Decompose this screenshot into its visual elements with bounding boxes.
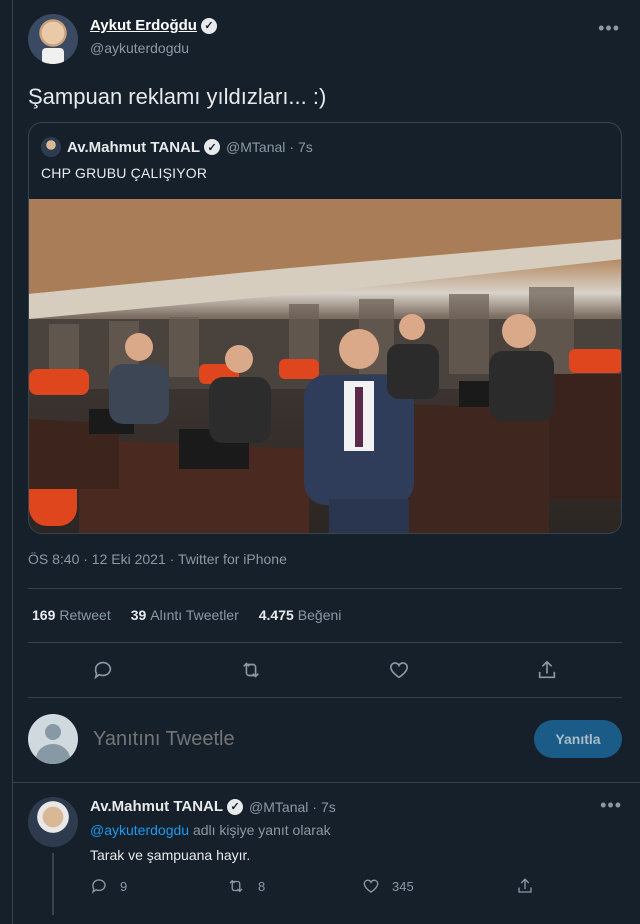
like-icon	[363, 879, 379, 893]
reply-tweet[interactable]: Av.Mahmut TANAL ✓ @MTanal · 7s ••• @ayku…	[28, 795, 622, 924]
verified-badge-icon: ✓	[200, 17, 217, 34]
verified-badge-icon: ✓	[227, 798, 244, 815]
reply-like-action[interactable]: 345	[362, 877, 414, 895]
like-stat[interactable]: 4.475 Beğeni	[259, 607, 342, 623]
author-handle[interactable]: @aykuterdogdu	[90, 40, 189, 56]
reply-icon[interactable]	[88, 655, 118, 685]
share-icon	[518, 878, 532, 893]
reply-reply-action[interactable]: 9	[90, 877, 127, 895]
tweet-header: Aykut Erdoğdu ✓ @aykuterdogdu •••	[28, 14, 628, 64]
reply-count: 9	[120, 878, 128, 894]
quoted-tweet-text: CHP GRUBU ÇALIŞIYOR	[41, 165, 208, 181]
reply-actions: 9 8 345	[90, 877, 560, 897]
share-icon[interactable]	[532, 655, 562, 685]
quoted-author-handle: @MTanal	[226, 139, 286, 155]
avatar[interactable]	[28, 14, 78, 64]
reply-to-suffix: adlı kişiye yanıt olarak	[192, 822, 331, 838]
retweet-stat[interactable]: 169 Retweet	[32, 607, 111, 623]
tweet-stats: 169 Retweet 39 Alıntı Tweetler 4.475 Beğeni	[32, 607, 341, 623]
reply-author-name[interactable]: Av.Mahmut TANAL	[90, 798, 223, 815]
quote-count: 39	[130, 607, 147, 623]
quoted-avatar	[41, 137, 61, 157]
user-avatar	[28, 714, 78, 764]
tweet-photo[interactable]	[29, 199, 621, 533]
retweet-icon[interactable]	[236, 655, 266, 685]
divider	[28, 588, 622, 589]
more-options-icon[interactable]: •••	[600, 795, 622, 816]
reply-time[interactable]: · 7s	[312, 799, 335, 815]
quoted-tweet[interactable]: Av.Mahmut TANAL ✓ @MTanal · 7s CHP GRUBU…	[28, 122, 622, 534]
tweet-text: Şampuan reklamı yıldızları... :)	[28, 84, 327, 109]
tweet-meta: ÖS 8:40 · 12 Eki 2021 · Twitter for iPho…	[28, 551, 287, 567]
quote-label: Alıntı Tweetler	[150, 607, 239, 623]
quote-stat[interactable]: 39 Alıntı Tweetler	[131, 607, 239, 623]
divider	[28, 697, 622, 698]
reply-retweet-action[interactable]: 8	[226, 877, 265, 895]
avatar[interactable]	[28, 797, 78, 847]
author-name[interactable]: Aykut Erdoğdu	[90, 17, 197, 34]
retweet-count: 8	[258, 878, 266, 894]
tweet-actions	[28, 655, 622, 685]
reply-header: Av.Mahmut TANAL ✓ @MTanal · 7s	[90, 798, 336, 815]
photo-illustration	[29, 199, 621, 533]
retweet-label: Retweet	[59, 607, 111, 623]
like-count: 345	[392, 878, 414, 894]
reply-icon	[91, 879, 106, 894]
reply-composer: Yanıtla	[28, 712, 622, 766]
reply-share-action[interactable]	[516, 877, 534, 895]
reply-text: Tarak ve şampuana hayır.	[90, 847, 251, 863]
retweet-icon	[229, 879, 243, 893]
author-name-line: Aykut Erdoğdu ✓	[90, 17, 217, 34]
reply-input[interactable]	[93, 728, 393, 751]
reply-button[interactable]: Yanıtla	[534, 720, 622, 758]
reply-to-handle[interactable]: @aykuterdogdu	[90, 822, 189, 838]
divider	[28, 642, 622, 643]
verified-badge-icon: ✓	[204, 139, 221, 155]
like-icon[interactable]	[384, 655, 414, 685]
thread-line	[52, 853, 54, 915]
like-count: 4.475	[258, 607, 294, 623]
reply-author-handle[interactable]: @MTanal	[249, 799, 308, 815]
quoted-author-name: Av.Mahmut TANAL	[67, 138, 201, 156]
retweet-count: 169	[32, 607, 56, 623]
quoted-time: · 7s	[289, 139, 313, 155]
like-label: Beğeni	[297, 607, 342, 623]
divider	[12, 782, 640, 783]
quoted-tweet-header: Av.Mahmut TANAL ✓ @MTanal · 7s	[41, 137, 313, 157]
replying-to: @aykuterdogdu adlı kişiye yanıt olarak	[90, 822, 331, 838]
more-options-icon[interactable]: •••	[598, 18, 620, 39]
